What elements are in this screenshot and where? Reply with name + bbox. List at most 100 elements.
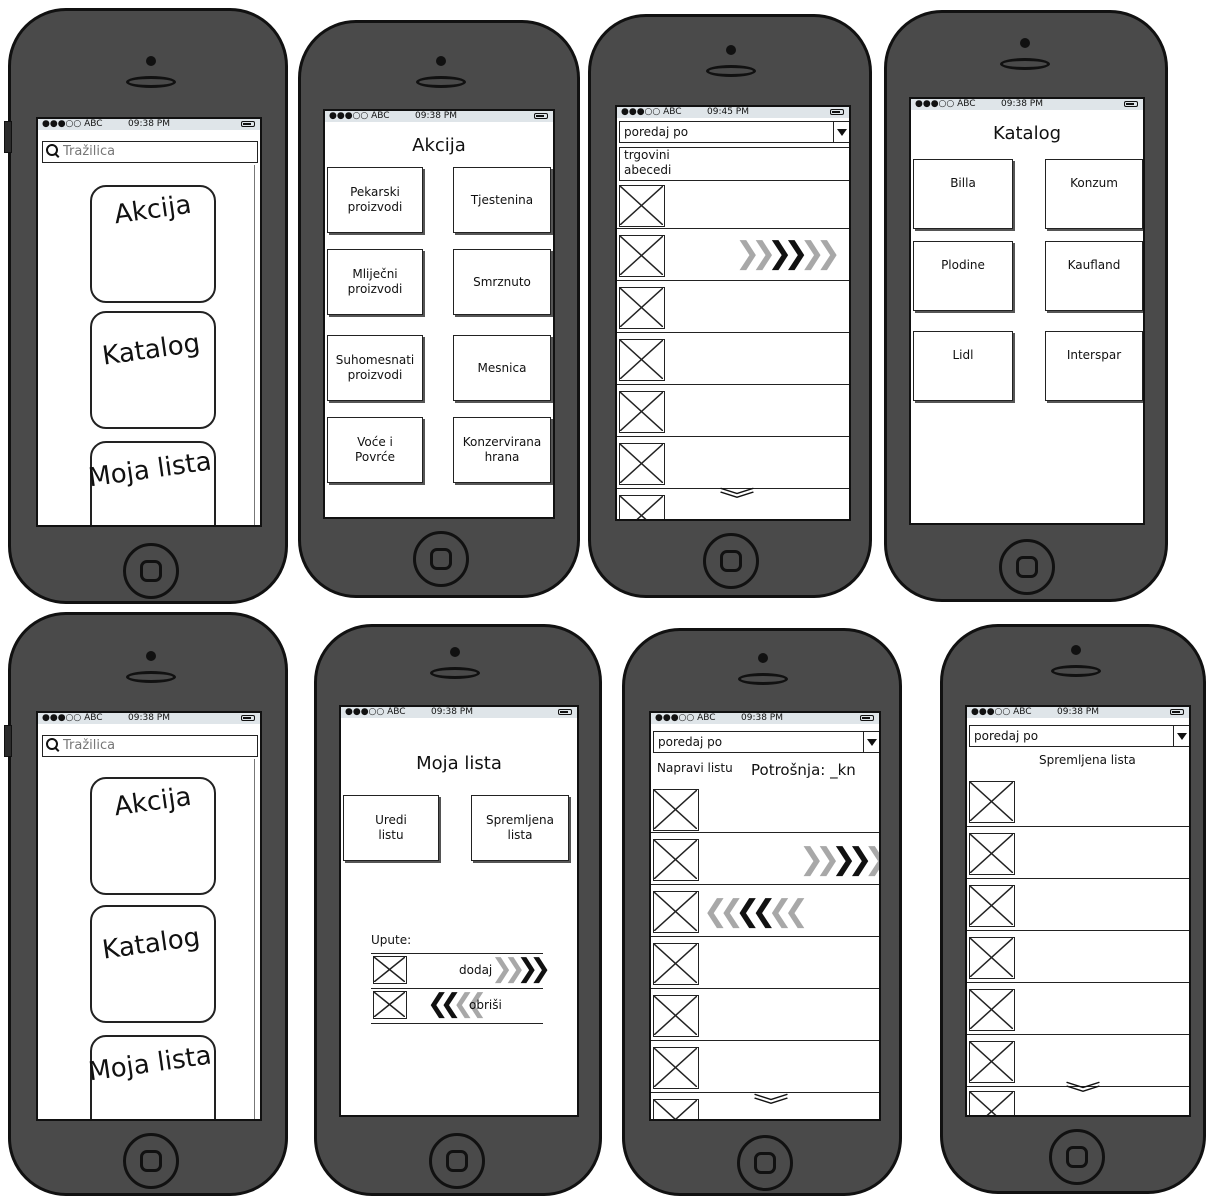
- status-bar: ●●●○○ ABC 09:38 PM: [325, 111, 553, 122]
- instruction-add-row: dodaj ❯❯❯❯: [371, 953, 551, 989]
- image-placeholder: [653, 839, 699, 881]
- list-item[interactable]: ❯❯❯❯❯: [651, 835, 880, 885]
- tile-akcija[interactable]: Akcija: [90, 777, 216, 895]
- camera-dot: [146, 56, 156, 66]
- screen: ●●●○○ ABC 09:38 PM Moja lista Uredi list…: [339, 705, 579, 1117]
- sort-dropdown[interactable]: poredaj po: [653, 731, 879, 753]
- home-button[interactable]: [1049, 1129, 1105, 1185]
- tile-moja-lista[interactable]: Moja lista: [87, 441, 216, 525]
- home-button[interactable]: [123, 1133, 179, 1189]
- image-placeholder: [619, 495, 665, 519]
- sort-option-abecedi[interactable]: abecedi: [624, 163, 849, 178]
- scrollbar[interactable]: [254, 759, 255, 1119]
- page-title: Katalog: [992, 123, 1062, 144]
- scroll-down-icon[interactable]: ︾: [753, 1094, 789, 1118]
- status-bar: ●●●○○ ABC 09:38 PM: [341, 707, 577, 718]
- list-item[interactable]: [617, 283, 849, 333]
- chevron-down-icon[interactable]: [1173, 726, 1189, 746]
- list-item[interactable]: ❯❯❯❯❯❯: [617, 231, 849, 281]
- list-item[interactable]: ❮❮❮❮❮❮: [651, 887, 879, 937]
- list-item[interactable]: [967, 777, 1189, 827]
- scrollbar[interactable]: [254, 165, 255, 525]
- category-voce[interactable]: Voće i Povrće: [327, 417, 423, 483]
- image-placeholder: [969, 1041, 1015, 1083]
- category-suhomesnati[interactable]: Suhomesnati proizvodi: [327, 335, 423, 401]
- saved-list-button[interactable]: Spremljena lista: [471, 795, 569, 861]
- status-bar: ●●●○○ ABC 09:45 PM: [617, 107, 849, 118]
- home-button[interactable]: [429, 1133, 485, 1189]
- make-list-link[interactable]: Napravi listu: [657, 761, 733, 775]
- image-placeholder: [373, 956, 407, 984]
- search-placeholder: Tražilica: [63, 738, 116, 753]
- home-button[interactable]: [737, 1135, 793, 1191]
- image-placeholder: [619, 339, 665, 381]
- category-mesnica[interactable]: Mesnica: [453, 335, 551, 401]
- phone-katalog: ●●●○○ ABC 09:38 PM Katalog Billa Konzum …: [884, 10, 1168, 602]
- image-placeholder: [373, 991, 407, 1019]
- list-item[interactable]: [967, 985, 1189, 1035]
- list-item[interactable]: [651, 991, 879, 1041]
- tile-akcija[interactable]: Akcija: [90, 185, 216, 303]
- search-placeholder: Tražilica: [63, 144, 116, 159]
- list-item[interactable]: [617, 387, 849, 437]
- edit-list-button[interactable]: Uredi listu: [343, 795, 439, 861]
- chevron-down-icon[interactable]: [833, 122, 849, 142]
- list-item[interactable]: [617, 439, 849, 489]
- store-lidl[interactable]: Lidl: [913, 331, 1013, 401]
- speaker-icon: [126, 671, 176, 683]
- category-tjestenina[interactable]: Tjestenina: [453, 167, 551, 233]
- screen: ●●●○○ ABC 09:38 PM Tražilica Akcija Kata…: [36, 711, 262, 1121]
- store-interspar[interactable]: Interspar: [1045, 331, 1143, 401]
- tile-moja-lista[interactable]: Moja lista: [86, 1035, 216, 1119]
- tile-katalog[interactable]: Katalog: [90, 905, 216, 1023]
- search-icon: [46, 144, 58, 156]
- home-button[interactable]: [413, 531, 469, 587]
- speaker-icon: [706, 65, 756, 77]
- list-item[interactable]: [651, 939, 879, 989]
- list-item[interactable]: [967, 933, 1189, 983]
- image-placeholder: [619, 443, 665, 485]
- list-item[interactable]: [967, 881, 1189, 931]
- tile-katalog[interactable]: Katalog: [90, 311, 216, 429]
- speaker-icon: [416, 76, 466, 88]
- image-placeholder: [653, 891, 699, 933]
- category-smrznuto[interactable]: Smrznuto: [453, 249, 551, 315]
- side-button: [4, 725, 12, 757]
- carrier-text: ●●●○○ ABC: [42, 119, 103, 129]
- list-item[interactable]: [967, 829, 1189, 879]
- search-input[interactable]: Tražilica: [42, 735, 258, 757]
- status-time: 09:38 PM: [415, 111, 457, 121]
- store-billa[interactable]: Billa: [913, 159, 1013, 229]
- swipe-right-icon: ❯❯❯❯❯: [799, 842, 880, 877]
- battery-icon: [241, 715, 255, 721]
- sort-options: trgovini abecedi: [619, 147, 849, 181]
- category-pekarski[interactable]: Pekarski proizvodi: [327, 167, 423, 233]
- camera-dot: [758, 653, 768, 663]
- scroll-down-icon[interactable]: ︾: [719, 488, 755, 512]
- phone-moja-lista: ●●●○○ ABC 09:38 PM Moja lista Uredi list…: [314, 624, 602, 1196]
- store-konzum[interactable]: Konzum: [1045, 159, 1143, 229]
- category-mlijecni[interactable]: Mliječni proizvodi: [327, 249, 423, 315]
- search-input[interactable]: Tražilica: [42, 141, 258, 163]
- store-kaufland[interactable]: Kaufland: [1045, 241, 1143, 311]
- sort-option-trgovini[interactable]: trgovini: [624, 148, 849, 163]
- speaker-icon: [1000, 58, 1050, 70]
- sort-dropdown[interactable]: poredaj po: [619, 121, 849, 143]
- home-button[interactable]: [703, 533, 759, 589]
- home-button[interactable]: [123, 543, 179, 599]
- tile-katalog-label: Katalog: [100, 922, 202, 966]
- list-item[interactable]: [651, 785, 879, 833]
- image-placeholder: [653, 789, 699, 831]
- phone-akcija: ●●●○○ ABC 09:38 PM Akcija Pekarski proiz…: [298, 20, 580, 598]
- list-item[interactable]: [651, 1043, 879, 1093]
- scroll-down-icon[interactable]: ︾: [1065, 1082, 1101, 1106]
- chevron-down-icon[interactable]: [863, 732, 879, 752]
- tile-moja-lista-label: Moja lista: [86, 1040, 214, 1088]
- image-placeholder: [619, 287, 665, 329]
- category-konzervirana[interactable]: Konzervirana hrana: [453, 417, 551, 483]
- store-plodine[interactable]: Plodine: [913, 241, 1013, 311]
- sort-dropdown[interactable]: poredaj po: [969, 725, 1189, 747]
- home-button[interactable]: [999, 539, 1055, 595]
- list-item[interactable]: [617, 335, 849, 385]
- list-item[interactable]: [617, 183, 849, 229]
